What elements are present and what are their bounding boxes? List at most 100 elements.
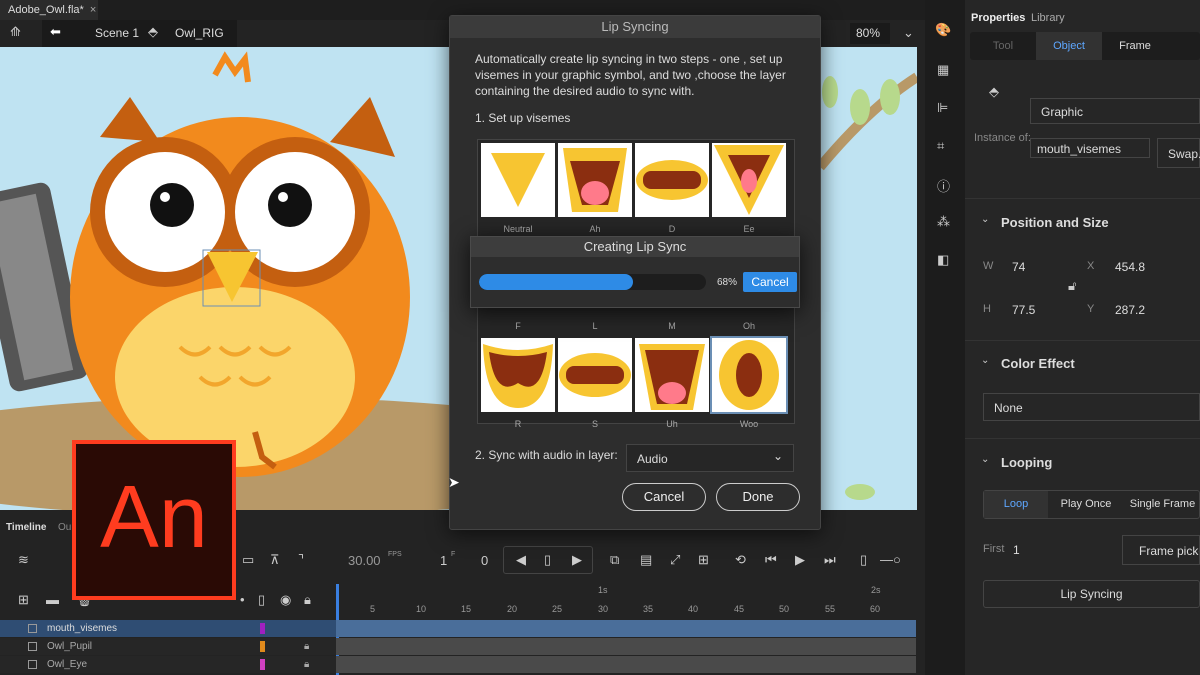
tab-properties[interactable]: Properties xyxy=(971,12,1025,24)
viseme-woo[interactable] xyxy=(710,336,788,414)
color-effect-select[interactable]: None xyxy=(983,393,1200,421)
layer-lock-icon[interactable]: 🔒︎ xyxy=(304,656,309,673)
h-field[interactable]: 77.5 xyxy=(1012,303,1035,317)
progress-percent: 68% xyxy=(717,277,738,288)
eye-icon[interactable]: ◉ xyxy=(280,592,291,608)
layer-row[interactable]: mouth_visemes xyxy=(0,620,916,637)
lock-icon[interactable]: 🔓︎ xyxy=(1068,278,1076,294)
layer-name[interactable]: Owl_Pupil xyxy=(47,638,92,655)
back-arrow-icon[interactable]: ⬅ xyxy=(50,24,61,40)
step1-label: 1. Set up visemes xyxy=(475,111,571,125)
breadcrumb-symbol[interactable]: Owl_RIG xyxy=(175,26,224,40)
play-icon[interactable]: ▶ xyxy=(795,552,805,568)
layer-lock-icon[interactable]: 🔒︎ xyxy=(304,638,309,655)
mobile-icon[interactable]: ▯ xyxy=(860,552,867,568)
layer-color-swatch[interactable] xyxy=(260,659,265,670)
subtab-tool[interactable]: Tool xyxy=(970,32,1036,60)
tab-output[interactable]: Ou xyxy=(58,522,71,533)
step-back-icon[interactable]: ⏮ xyxy=(765,552,777,568)
add-layer-icon[interactable]: ⊞ xyxy=(18,592,29,608)
layer-depth-icon[interactable]: ⊼ xyxy=(270,552,280,568)
tab-timeline[interactable]: Timeline xyxy=(6,522,46,533)
layers-icon[interactable]: ≋ xyxy=(18,552,29,568)
lock-all-icon[interactable]: 🔒︎ xyxy=(304,592,311,608)
first-field[interactable]: 1 xyxy=(1013,543,1020,557)
progress-cancel-button[interactable]: Cancel xyxy=(743,272,797,292)
layer-row[interactable]: Owl_Pupil 🔒︎ xyxy=(0,638,916,655)
chevron-down-icon[interactable]: ⌄ xyxy=(981,454,989,465)
audio-layer-select[interactable]: Audio ⌄ xyxy=(626,444,794,472)
viseme-r[interactable] xyxy=(481,338,555,412)
onion-skin-icon[interactable]: ⧉ xyxy=(610,552,619,568)
loop-option-single-frame[interactable]: Single Frame xyxy=(1124,491,1200,518)
lip-syncing-button[interactable]: Lip Syncing xyxy=(983,580,1200,608)
components-icon[interactable]: ◧ xyxy=(937,252,949,268)
document-tab[interactable]: Adobe_Owl.fla* × xyxy=(0,0,98,20)
divider xyxy=(965,340,1200,341)
viseme-ah[interactable] xyxy=(558,143,632,217)
breadcrumb-scene[interactable]: Scene 1 xyxy=(95,26,139,40)
frame-value[interactable]: 1 xyxy=(440,553,447,568)
layer-color-swatch[interactable] xyxy=(260,641,265,652)
layer-row[interactable]: Owl_Eye 🔒︎ xyxy=(0,656,916,673)
subtab-frame[interactable]: Frame xyxy=(1102,32,1168,60)
layer-frames[interactable] xyxy=(336,638,916,655)
center-frame-icon[interactable]: ⊞ xyxy=(698,552,709,568)
x-field[interactable]: 454.8 xyxy=(1115,260,1145,274)
zoom-field[interactable]: 80% xyxy=(850,23,890,44)
symbol-type-select[interactable]: Graphic xyxy=(1030,98,1200,124)
info-icon[interactable]: ⓘ xyxy=(937,176,950,195)
loop-option-play-once[interactable]: Play Once xyxy=(1048,491,1124,518)
transform-icon[interactable]: ⌗ xyxy=(937,138,944,154)
keyframe-icon[interactable]: ▯ xyxy=(544,552,551,568)
prev-keyframe-icon[interactable]: ◀ xyxy=(516,552,526,568)
paint-palette-icon[interactable]: 🎨 xyxy=(935,22,951,38)
progress-bar xyxy=(479,274,706,290)
chevron-down-icon[interactable]: ⌄ xyxy=(981,355,989,366)
w-field[interactable]: 74 xyxy=(1012,260,1025,274)
motion-presets-icon[interactable]: ⁂ xyxy=(937,214,950,230)
viseme-ee[interactable] xyxy=(712,143,786,217)
viseme-uh[interactable] xyxy=(635,338,709,412)
subtab-object[interactable]: Object xyxy=(1036,32,1102,60)
close-tab-icon[interactable]: × xyxy=(90,4,96,16)
loop-option-loop[interactable]: Loop xyxy=(984,491,1048,518)
stage-tool-icon[interactable]: ⟰ xyxy=(10,24,21,40)
swap-button[interactable]: Swap... xyxy=(1157,138,1200,168)
align-icon[interactable]: ⊫ xyxy=(937,100,948,116)
dot-icon[interactable]: • xyxy=(240,592,245,607)
creating-lip-sync-dialog: Creating Lip Sync 68% Cancel xyxy=(470,236,800,308)
step-forward-icon[interactable]: ⏭ xyxy=(824,552,836,568)
frame-picker-button[interactable]: Frame picke xyxy=(1122,535,1200,565)
tab-library[interactable]: Library xyxy=(1031,12,1065,24)
graph-icon[interactable]: ⌝ xyxy=(298,552,304,568)
zoom-slider-icon[interactable]: —○ xyxy=(880,552,901,567)
next-keyframe-icon[interactable]: ▶ xyxy=(572,552,582,568)
cancel-button[interactable]: Cancel xyxy=(622,483,706,511)
folder-icon[interactable]: ▬ xyxy=(46,592,59,607)
frame-offset[interactable]: 0 xyxy=(481,553,488,568)
edit-multiple-icon[interactable]: ▤ xyxy=(640,552,652,568)
viseme-neutral[interactable] xyxy=(481,143,555,217)
viseme-label: Ah xyxy=(589,224,601,234)
loop-icon[interactable]: ⟲ xyxy=(735,552,746,568)
viseme-label: Neutral xyxy=(503,224,533,234)
layer-name[interactable]: mouth_visemes xyxy=(47,620,117,637)
fps-value[interactable]: 30.00 xyxy=(348,553,381,568)
insert-frame-icon[interactable]: ⤢ xyxy=(670,552,680,568)
chevron-down-icon[interactable]: ⌄ xyxy=(981,214,989,225)
instance-field[interactable]: mouth_visemes xyxy=(1030,138,1150,158)
y-field[interactable]: 287.2 xyxy=(1115,303,1145,317)
outline-icon[interactable]: ▯ xyxy=(258,592,265,608)
grid-panel-icon[interactable]: ▦ xyxy=(937,62,949,78)
zoom-dropdown-icon[interactable]: ⌄ xyxy=(903,25,914,41)
canvas-scrollbar-vertical[interactable] xyxy=(917,47,925,510)
viseme-d[interactable] xyxy=(635,143,709,217)
viseme-s[interactable] xyxy=(558,338,632,412)
done-button[interactable]: Done xyxy=(716,483,800,511)
layer-frames[interactable] xyxy=(336,620,916,637)
layer-name[interactable]: Owl_Eye xyxy=(47,656,87,673)
camera-icon[interactable]: ▭ xyxy=(242,552,254,568)
layer-frames[interactable] xyxy=(336,656,916,673)
layer-color-swatch[interactable] xyxy=(260,623,265,634)
